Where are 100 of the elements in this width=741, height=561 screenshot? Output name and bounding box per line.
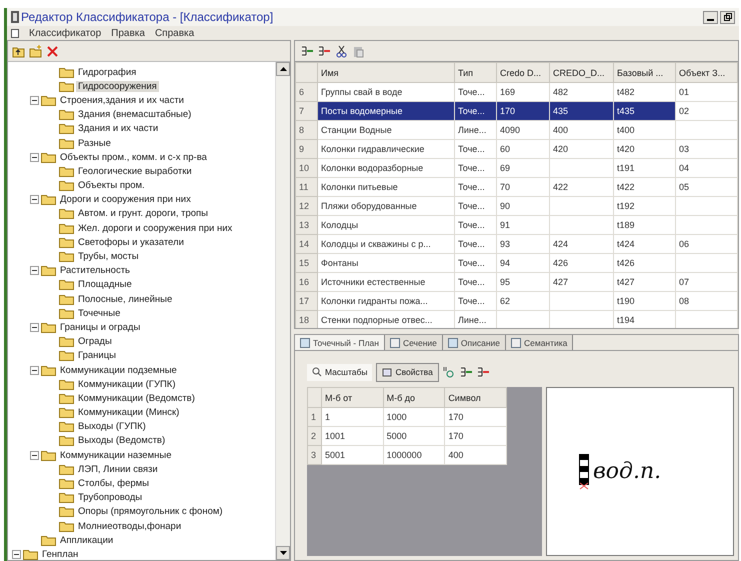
new-folder-icon[interactable] [29,44,42,58]
insert-row-icon[interactable] [460,366,473,378]
tree-item[interactable]: Растительность [58,265,132,276]
collapse-icon[interactable] [30,450,39,460]
tab[interactable]: Семантика [506,335,574,350]
column-header[interactable]: М-б до [383,388,445,408]
table-row[interactable]: 8 Станции Водные Лине... 4090 400 t400 [296,120,738,140]
table-row[interactable]: 10 Колонки водоразборные Точе... 69 t191 04 [296,158,738,178]
tree-item[interactable]: Объекты пром., комм. и с-х пр-ва [58,152,209,163]
tree-item[interactable]: Трубы, мосты [76,251,141,262]
tree-item[interactable]: Площадные [76,279,134,290]
tree-item[interactable]: Молниеотводы,фонари [76,520,184,532]
table-cell: 69 [496,158,550,178]
remove-column-icon[interactable] [318,44,331,58]
tree-item[interactable]: Жел. дороги и сооружения при них [76,222,234,234]
scrollbar[interactable] [275,62,290,560]
table-row[interactable]: 7 Посты водомерные Точе... 170 435 t435 02 [296,102,738,120]
column-header[interactable]: CREDO_D... [550,62,614,82]
table-row[interactable]: 15 Фонтаны Точе... 94 426 t426 [296,254,738,272]
table-row[interactable]: 18 Стенки подпорные отвес... Лине... t194 [296,310,738,328]
tree-item[interactable]: Автом. и грунт. дороги, тропы [76,208,210,220]
collapse-icon[interactable] [30,322,39,332]
tree-item[interactable]: Светофоры и указатели [76,236,186,248]
table-cell[interactable]: 1 [322,408,384,426]
tree-item[interactable]: Коммуникации (Ведомств) [76,392,197,404]
tree-item[interactable]: Дороги и сооружения при них [58,194,193,206]
remove-row-icon[interactable] [476,366,490,378]
tree-item[interactable]: Опоры (прямоугольник с фоном) [76,506,225,518]
tree-item[interactable]: Выходы (Ведомств) [76,435,168,446]
collapse-icon[interactable] [30,195,39,204]
tree-item[interactable]: Объекты пром. [76,180,147,192]
tree-item[interactable]: Границы и ограды [58,322,142,333]
tree-item[interactable]: Гидрография [76,66,138,78]
tree-item[interactable]: Аппликации [58,534,116,546]
tree-item[interactable]: Коммуникации (Минск) [76,407,182,418]
tree-item[interactable]: Точечные [76,308,122,319]
menu-item[interactable]: Справка [154,28,194,38]
table-row[interactable]: 11 Колонки питьевые Точе... 70 422 t422 05 [296,178,738,196]
table-cell[interactable]: 170 [444,426,506,446]
table-cell[interactable]: 1000 [383,408,445,426]
table-cell[interactable]: 170 [444,408,506,426]
table-row[interactable]: 9 Колонки гидравлические Точе... 60 420 t420 03 [296,140,738,158]
menu-item[interactable]: Правка [111,28,145,38]
tab[interactable]: Сечение [384,335,443,350]
table-row[interactable]: 16 Источники естественные Точе... 95 427 t427 07 [296,272,738,292]
tree-item[interactable]: Геологические выработки [76,166,194,177]
table-row[interactable]: 14 Колодцы и скважины с р... Точе... 93 424 t424 06 [296,234,738,254]
table-cell[interactable]: 5001 [322,446,384,464]
column-header[interactable]: Тип [454,62,496,82]
collapse-icon[interactable] [30,152,39,162]
tree-item[interactable]: Трубопроводы [76,492,144,504]
tree-item[interactable]: Границы [76,350,118,362]
tree-item[interactable]: Ограды [76,336,114,348]
table-cell[interactable]: 1001 [322,426,384,446]
column-header[interactable]: Базовый ... [614,62,676,82]
tree-item[interactable]: Гидросооружения [76,80,159,92]
menu-item[interactable]: Классификатор [29,28,102,38]
tree-item[interactable]: Полосные, линейные [76,294,174,305]
scissors-icon[interactable] [335,44,348,58]
table-cell[interactable]: 1000000 [383,446,445,464]
tree-item[interactable]: Выходы (ГУПК) [76,421,148,432]
table-cell[interactable]: 400 [444,446,506,464]
collapse-icon[interactable] [12,550,21,559]
restore-icon[interactable] [724,13,732,21]
insert-column-icon[interactable] [301,44,314,58]
delete-icon[interactable] [46,44,59,58]
table-row[interactable]: 12 Пляжи оборудованные Точе... 90 t192 [296,196,738,216]
zoom-icon[interactable] [442,366,456,378]
tree-item[interactable]: Здания (внемасштабные) [76,109,194,120]
document-icon[interactable] [11,28,19,38]
restore-button[interactable] [720,10,735,24]
column-header[interactable]: Символ [444,388,506,408]
tree-item[interactable]: Коммуникации подземные [58,364,179,376]
table-row[interactable]: 13 Колодцы Точе... 91 t189 [296,216,738,234]
collapse-icon[interactable] [30,96,39,105]
tree-item[interactable]: Коммуникации наземные [58,450,174,461]
collapse-icon[interactable] [30,266,39,276]
tree-item[interactable]: Коммуникации (ГУПК) [76,378,178,390]
tree-item[interactable]: Генплан [40,548,80,560]
toggle-button[interactable]: Свойства [376,362,439,382]
tree-item[interactable]: Столбы, фермы [76,478,152,490]
tree-item[interactable]: Строения,здания и их части [58,94,186,106]
tree-item[interactable]: Разные [76,138,113,149]
table-cell[interactable]: 5000 [383,426,445,446]
column-header[interactable]: Имя [318,62,454,82]
toggle-button[interactable]: Масштабы [307,364,372,380]
column-header[interactable]: Credo D... [496,62,550,82]
minimize-button[interactable] [703,10,718,24]
table-row[interactable]: 6 Группы свай в воде Точе... 169 482 t482 01 [296,82,738,102]
tab[interactable]: Точечный - План [295,335,385,350]
column-header[interactable]: М-б от [322,388,384,408]
collapse-icon[interactable] [30,366,39,375]
up-arrow-icon[interactable] [280,67,286,71]
column-header[interactable]: Объект З... [676,62,738,82]
tab[interactable]: Описание [442,335,506,350]
tree-item[interactable]: ЛЭП, Линии связи [76,464,160,475]
tree-item[interactable]: Здания и их части [76,123,160,134]
down-arrow-icon[interactable] [280,551,286,555]
table-row[interactable]: 17 Колонки гидранты пожа... Точе... 62 t190 08 [296,292,738,310]
folder-up-icon[interactable] [12,44,25,58]
